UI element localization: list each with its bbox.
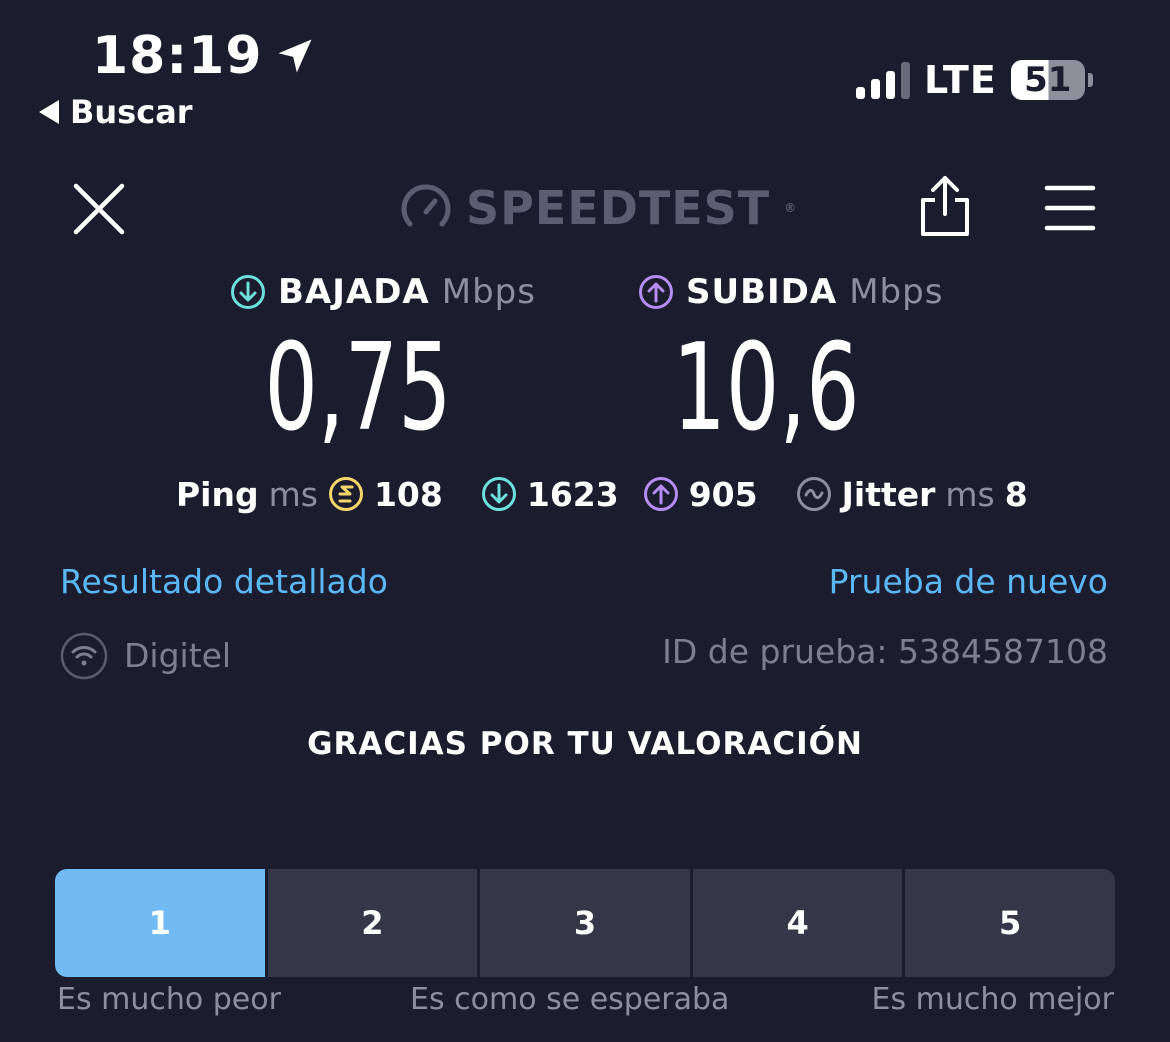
download-label: BAJADA [278,272,430,312]
upload-latency-icon [643,477,678,511]
rating-option-5[interactable]: 5 [905,869,1115,977]
status-time: 18:19 [92,26,317,86]
rating-option-2[interactable]: 2 [267,869,478,977]
status-indicators: LTE 51 [856,56,1093,104]
latency-stats: Ping ms 108 1623 905 Jitter ms 8 [176,472,1028,516]
network-type: LTE [924,58,997,102]
test-id: ID de prueba: 5384587108 [662,632,1108,671]
detailed-result-link[interactable]: Resultado detallado [60,562,388,602]
time-text: 18:19 [92,26,263,86]
test-again-link[interactable]: Prueba de nuevo [829,562,1108,602]
ping-unit: ms [268,474,318,514]
download-arrow-icon [231,275,265,309]
ping-label: Ping [176,474,259,514]
download-speed-value: 0,75 [264,319,452,458]
provider-info: Digitel [60,632,231,680]
rating-option-3[interactable]: 3 [480,869,690,977]
download-unit: Mbps [441,272,536,312]
back-triangle-icon [39,100,59,124]
speedtest-logo: SPEEDTEST ® [400,180,797,236]
jitter-label: Jitter [841,474,936,514]
cell-signal-icon [856,61,910,99]
rating-selector: 1 2 3 4 5 [55,869,1115,977]
rating-scale-worse: Es mucho peor [57,982,281,1017]
upload-arrow-icon [639,275,673,309]
rating-option-1[interactable]: 1 [55,869,265,977]
upload-latency-value: 905 [688,474,758,514]
close-icon[interactable] [70,180,128,238]
upload-speed-value: 10,6 [672,319,860,458]
upload-unit: Mbps [849,272,944,312]
ping-icon [328,477,363,511]
gauge-icon [401,184,451,227]
download-latency-icon [481,477,516,511]
share-icon[interactable] [918,174,972,238]
provider-name: Digitel [124,636,232,675]
jitter-value: 8 [1004,474,1028,514]
rating-thanks-heading: GRACIAS POR TU VALORACIÓN [307,726,863,762]
jitter-icon [796,477,831,511]
battery-icon: 51 [1010,60,1093,100]
ping-value: 108 [373,474,443,514]
logo-text: SPEEDTEST [466,181,771,235]
rating-option-4[interactable]: 4 [692,869,903,977]
download-latency-value: 1623 [526,474,619,514]
upload-header: SUBIDA Mbps [638,270,943,314]
battery-level: 51 [1010,60,1085,100]
rating-scale-better: Es mucho mejor [871,982,1114,1017]
menu-icon[interactable] [1044,182,1096,234]
jitter-unit: ms [945,474,995,514]
logo-registered-mark: ® [784,201,798,215]
wifi-icon [60,632,108,680]
rating-scale-expected: Es como se esperaba [410,982,730,1017]
location-arrow-icon [278,39,312,73]
speedtest-result-screen: 18:19 Buscar LTE 51 SPEEDTEST ® BAJADA M… [0,0,1170,1042]
back-label: Buscar [70,93,193,131]
upload-label: SUBIDA [686,272,838,312]
back-to-search-link[interactable]: Buscar [38,92,193,132]
download-header: BAJADA Mbps [230,270,536,314]
